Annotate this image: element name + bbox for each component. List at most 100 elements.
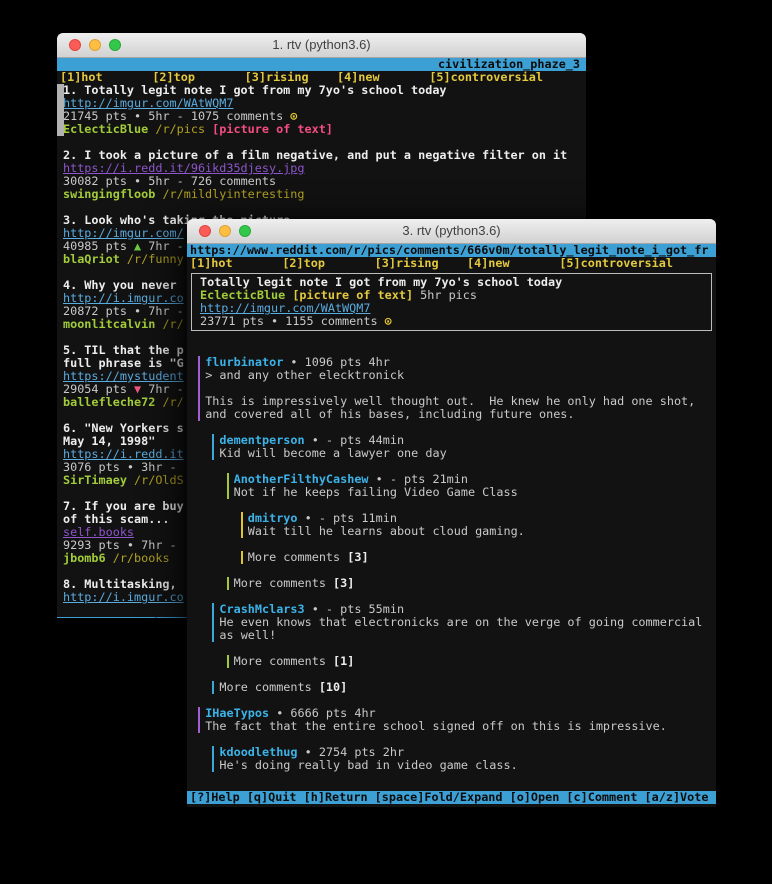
tab-hot[interactable]: [1]hot (190, 257, 233, 270)
comment[interactable]: flurbinator • 1096 pts 4hr> and any othe… (198, 356, 716, 421)
post-author[interactable]: moonlitcalvin (63, 318, 155, 331)
more-comments-label: More comments (234, 655, 333, 668)
post-stats: 21745 pts • 5hr - 1075 comments ⊙ (61, 110, 586, 123)
comment[interactable]: IHaeTypos • 6666 pts 4hrThe fact that th… (198, 707, 716, 733)
post-byline: swingingfloob /r/mildlyinteresting (61, 188, 586, 201)
post-title: 2. I took a picture of a film negative, … (61, 149, 586, 162)
more-comments[interactable]: More comments [1] (227, 655, 717, 668)
comment-author[interactable]: dementperson (219, 434, 304, 447)
post-author[interactable]: EclecticBlue (63, 123, 148, 136)
post-age-comments: 3hr - (134, 461, 184, 474)
post-link[interactable]: http://i.imgur.co (63, 292, 184, 305)
comment[interactable]: AnotherFilthyCashew • - pts 21minNot if … (227, 473, 717, 499)
tab-new[interactable]: [4]new (337, 71, 380, 84)
post-link[interactable]: https://i.redd.it (63, 448, 184, 461)
close-button[interactable] (69, 39, 81, 51)
post-link[interactable]: self.books (63, 526, 134, 539)
sort-tab-bar: [1]hot [2]top [3]rising [4]new [5]contro… (57, 71, 586, 84)
blank-line (191, 460, 716, 473)
tab-rising[interactable]: [3]rising (245, 71, 309, 84)
tab-controversial[interactable]: [5]controversial (559, 257, 673, 270)
post-link[interactable]: https://mystudent (63, 370, 184, 383)
more-comments-count: [10] (319, 681, 347, 694)
more-comments-line: More comments [3] (248, 551, 716, 564)
comment-author[interactable]: AnotherFilthyCashew (234, 473, 369, 486)
post-age-comments: 5hr - 726 comments (141, 175, 276, 188)
post-score: 40985 pts (63, 240, 134, 253)
comment[interactable]: CrashMclars3 • - pts 55minHe even knows … (212, 603, 716, 642)
more-comments[interactable]: More comments [3] (241, 551, 716, 564)
submission-byline: EclecticBlue[picture of text]5hr pics (200, 289, 711, 302)
minimize-button[interactable] (89, 39, 101, 51)
comment[interactable]: dmitryo • - pts 11minWait till he learns… (241, 512, 716, 538)
gilded-icon: ⊙ (283, 110, 297, 123)
submission-score: 23771 pts • 1155 comments (200, 315, 378, 328)
tab-new[interactable]: [4]new (467, 257, 510, 270)
close-button[interactable] (199, 225, 211, 237)
comment-meta: • 2754 pts 2hr (298, 746, 405, 759)
blank-line (191, 590, 716, 603)
zoom-button[interactable] (109, 39, 121, 51)
comment-author[interactable]: IHaeTypos (205, 707, 269, 720)
more-comments[interactable]: More comments [10] (212, 681, 716, 694)
post-score: 30082 pts (63, 175, 134, 188)
comment-author[interactable]: dmitryo (248, 512, 298, 525)
post-link[interactable]: http://imgur.com/ (63, 227, 184, 240)
post-link[interactable]: https://i.redd.it/96ikd35djesy.jpg (63, 162, 304, 175)
submission-link[interactable]: http://imgur.com/WAtWQM7 (200, 302, 370, 315)
comment-header: kdoodlethug • 2754 pts 2hr (219, 746, 716, 759)
comment-author[interactable]: flurbinator (205, 356, 283, 369)
blank-line (191, 564, 716, 577)
tab-top[interactable]: [2]top (152, 71, 195, 84)
submission-title: Totally legit note I got from my 7yo's s… (200, 276, 711, 289)
post-subreddit[interactable]: /r/OldS (127, 474, 184, 487)
post-link[interactable]: http://imgur.com/WAtWQM7 (63, 97, 233, 110)
comment-text: The fact that the entire school signed o… (205, 720, 716, 733)
gilded-icon: ⊙ (385, 315, 392, 328)
post-subreddit[interactable]: /r/mildlyinteresting (155, 188, 304, 201)
comment-text: He even knows that electronicks are on t… (219, 616, 716, 629)
post-subreddit[interactable]: /r/funny (120, 253, 184, 266)
selection-cursor (57, 84, 64, 136)
sort-tab-bar: [1]hot [2]top [3]rising [4]new [5]contro… (187, 257, 716, 270)
page-header-bar: Front Page civilization_phaze_3 (57, 58, 586, 71)
post-link[interactable]: http://i.imgur.co (63, 591, 184, 604)
comment-text: He's doing really bad in video game clas… (219, 759, 716, 772)
minimize-button[interactable] (219, 225, 231, 237)
post-subreddit[interactable]: /r/books (106, 552, 170, 565)
blank-line (61, 201, 586, 214)
blank-line (191, 668, 716, 681)
post-subreddit[interactable]: /r/pics (148, 123, 205, 136)
more-comments[interactable]: More comments [3] (227, 577, 717, 590)
tab-controversial[interactable]: [5]controversial (429, 71, 543, 84)
blank-line (191, 538, 716, 551)
tab-rising[interactable]: [3]rising (375, 257, 439, 270)
tab-hot[interactable]: [1]hot (60, 71, 103, 84)
post-stats: 30082 pts • 5hr - 726 comments (61, 175, 586, 188)
comment-text: Wait till he learns about cloud gaming. (248, 525, 716, 538)
comment-author[interactable]: kdoodlethug (219, 746, 297, 759)
post-item[interactable]: 2. I took a picture of a film negative, … (61, 149, 586, 214)
tab-top[interactable]: [2]top (282, 257, 325, 270)
comment-list: flurbinator • 1096 pts 4hr> and any othe… (187, 356, 716, 785)
comment-meta: • - pts 55min (305, 603, 404, 616)
post-subreddit[interactable]: /r/ (155, 396, 183, 409)
comment[interactable]: kdoodlethug • 2754 pts 2hrHe's doing rea… (212, 746, 716, 772)
submission-tag: [picture of text] (292, 289, 413, 302)
zoom-button[interactable] (239, 225, 251, 237)
post-author[interactable]: blaQriot (63, 253, 120, 266)
submission-summary-box[interactable]: Totally legit note I got from my 7yo's s… (191, 273, 712, 331)
post-author[interactable]: ballefleche72 (63, 396, 155, 409)
comment[interactable]: dementperson • - pts 44minKid will becom… (212, 434, 716, 460)
post-score: 21745 pts (63, 110, 134, 123)
more-comments-count: [3] (333, 577, 354, 590)
more-comments-count: [1] (333, 655, 354, 668)
post-subreddit[interactable]: /r/ (155, 318, 183, 331)
post-title: 1. Totally legit note I got from my 7yo'… (61, 84, 586, 97)
post-author[interactable]: SirTimaey (63, 474, 127, 487)
post-item[interactable]: 1. Totally legit note I got from my 7yo'… (61, 84, 586, 149)
post-author[interactable]: swingingfloob (63, 188, 155, 201)
comment-author[interactable]: CrashMclars3 (219, 603, 304, 616)
submission-author[interactable]: EclecticBlue (200, 289, 285, 302)
post-author[interactable]: jbomb6 (63, 552, 106, 565)
